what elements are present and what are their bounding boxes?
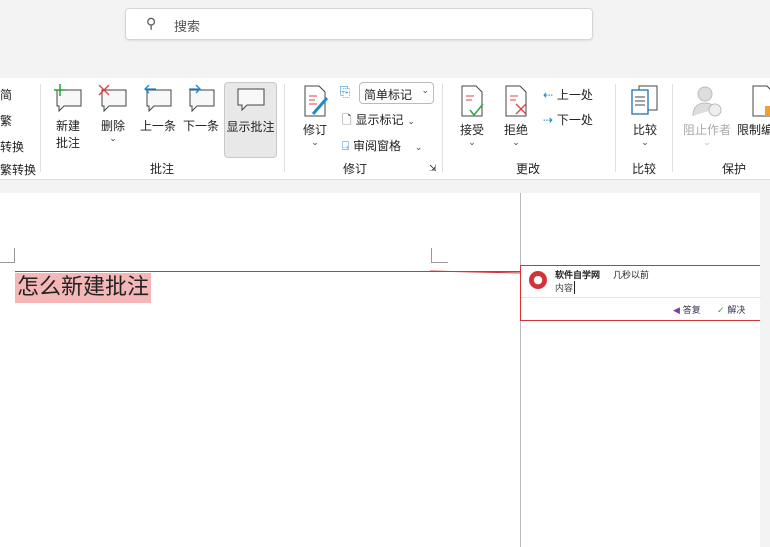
resolve-icon: ✓	[717, 306, 725, 316]
simp-to-trad-button[interactable]: 繁	[0, 112, 12, 129]
compare-icon	[631, 85, 658, 115]
previous-change-icon: ⇠	[543, 88, 554, 102]
reject-button[interactable]: 拒绝 ⌄	[499, 84, 533, 148]
show-markup-button[interactable]: 🗋 显示标记 ⌄	[342, 111, 415, 132]
new-comment-icon	[54, 84, 82, 113]
compare-group-label: 比较	[632, 162, 657, 176]
markup-select[interactable]: 简单标记 ⌄	[359, 82, 434, 104]
next-comment-icon	[189, 84, 215, 113]
previous-comment-button[interactable]: 上一条	[138, 84, 178, 134]
document-page[interactable]	[0, 193, 760, 547]
protect-group-label: 保护	[722, 162, 747, 176]
previous-change-button[interactable]: ⇠ 上一处	[543, 86, 593, 103]
accept-button[interactable]: 接受 ⌄	[455, 84, 489, 148]
compare-button[interactable]: 比较 ⌄	[628, 84, 662, 148]
resolve-button[interactable]: ✓ 解决	[717, 303, 745, 316]
reviewing-pane-button[interactable]: ⍈ 审阅窗格 ⌄	[342, 137, 422, 154]
next-comment-button[interactable]: 下一条	[181, 84, 221, 134]
review-ribbon: 简 繁 转换 繁转换 新建 批注 删除 ⌄ 上一条 下一条 显示批注 批注 修订…	[0, 78, 770, 180]
reject-icon	[505, 85, 527, 117]
reply-button[interactable]: ◀ 答复	[673, 303, 701, 316]
markup-pane-divider	[520, 193, 521, 547]
tracking-group-label: 修订	[343, 162, 368, 176]
track-changes-icon	[304, 85, 329, 117]
next-change-icon: ⇢	[543, 113, 554, 127]
show-comments-icon	[237, 88, 264, 112]
comment-body-input[interactable]: 内容	[555, 281, 576, 294]
commented-text[interactable]: 怎么新建批注	[15, 273, 152, 303]
changes-group-label: 更改	[516, 162, 541, 176]
convert-group-label: 繁转换	[0, 163, 37, 177]
search-box[interactable]: ⚲ 搜索	[125, 8, 593, 40]
comment-time: 几秒以前	[613, 271, 650, 281]
new-comment-button[interactable]: 新建 批注	[50, 84, 86, 151]
next-change-button[interactable]: ⇢ 下一处	[543, 111, 593, 128]
avatar: ●	[529, 271, 547, 289]
comment-author: 软件自学网	[555, 271, 601, 281]
accept-icon	[461, 85, 484, 117]
markup-icon: ⎘	[340, 85, 351, 100]
previous-comment-icon	[144, 84, 172, 113]
restrict-editing-button[interactable]: 限制编	[737, 84, 770, 138]
trad-to-simp-button[interactable]: 简	[0, 86, 12, 103]
search-placeholder: 搜索	[174, 20, 201, 35]
restrict-editing-icon	[752, 85, 770, 117]
convert-button[interactable]: 转换	[0, 138, 24, 155]
block-authors-icon	[692, 86, 722, 117]
comment-card[interactable]: ● 软件自学网 几秒以前 内容 ◀ 答复 ✓ 解决	[520, 265, 761, 321]
search-icon: ⚲	[146, 16, 157, 32]
delete-comment-button[interactable]: 删除 ⌄	[95, 84, 131, 144]
delete-comment-icon	[98, 84, 127, 113]
dialog-launcher-icon[interactable]: ⇲	[429, 164, 437, 174]
show-comments-button[interactable]: 显示批注	[224, 82, 277, 158]
reply-icon: ◀	[673, 306, 680, 316]
chevron-down-icon: ⌄	[421, 86, 429, 96]
comments-group-label: 批注	[150, 162, 175, 176]
block-authors-button: 阻止作者 ⌄	[682, 84, 732, 148]
show-markup-icon: 🗋	[342, 113, 352, 127]
reviewing-pane-icon: ⍈	[342, 139, 350, 153]
track-changes-button[interactable]: 修订 ⌄	[298, 84, 332, 148]
